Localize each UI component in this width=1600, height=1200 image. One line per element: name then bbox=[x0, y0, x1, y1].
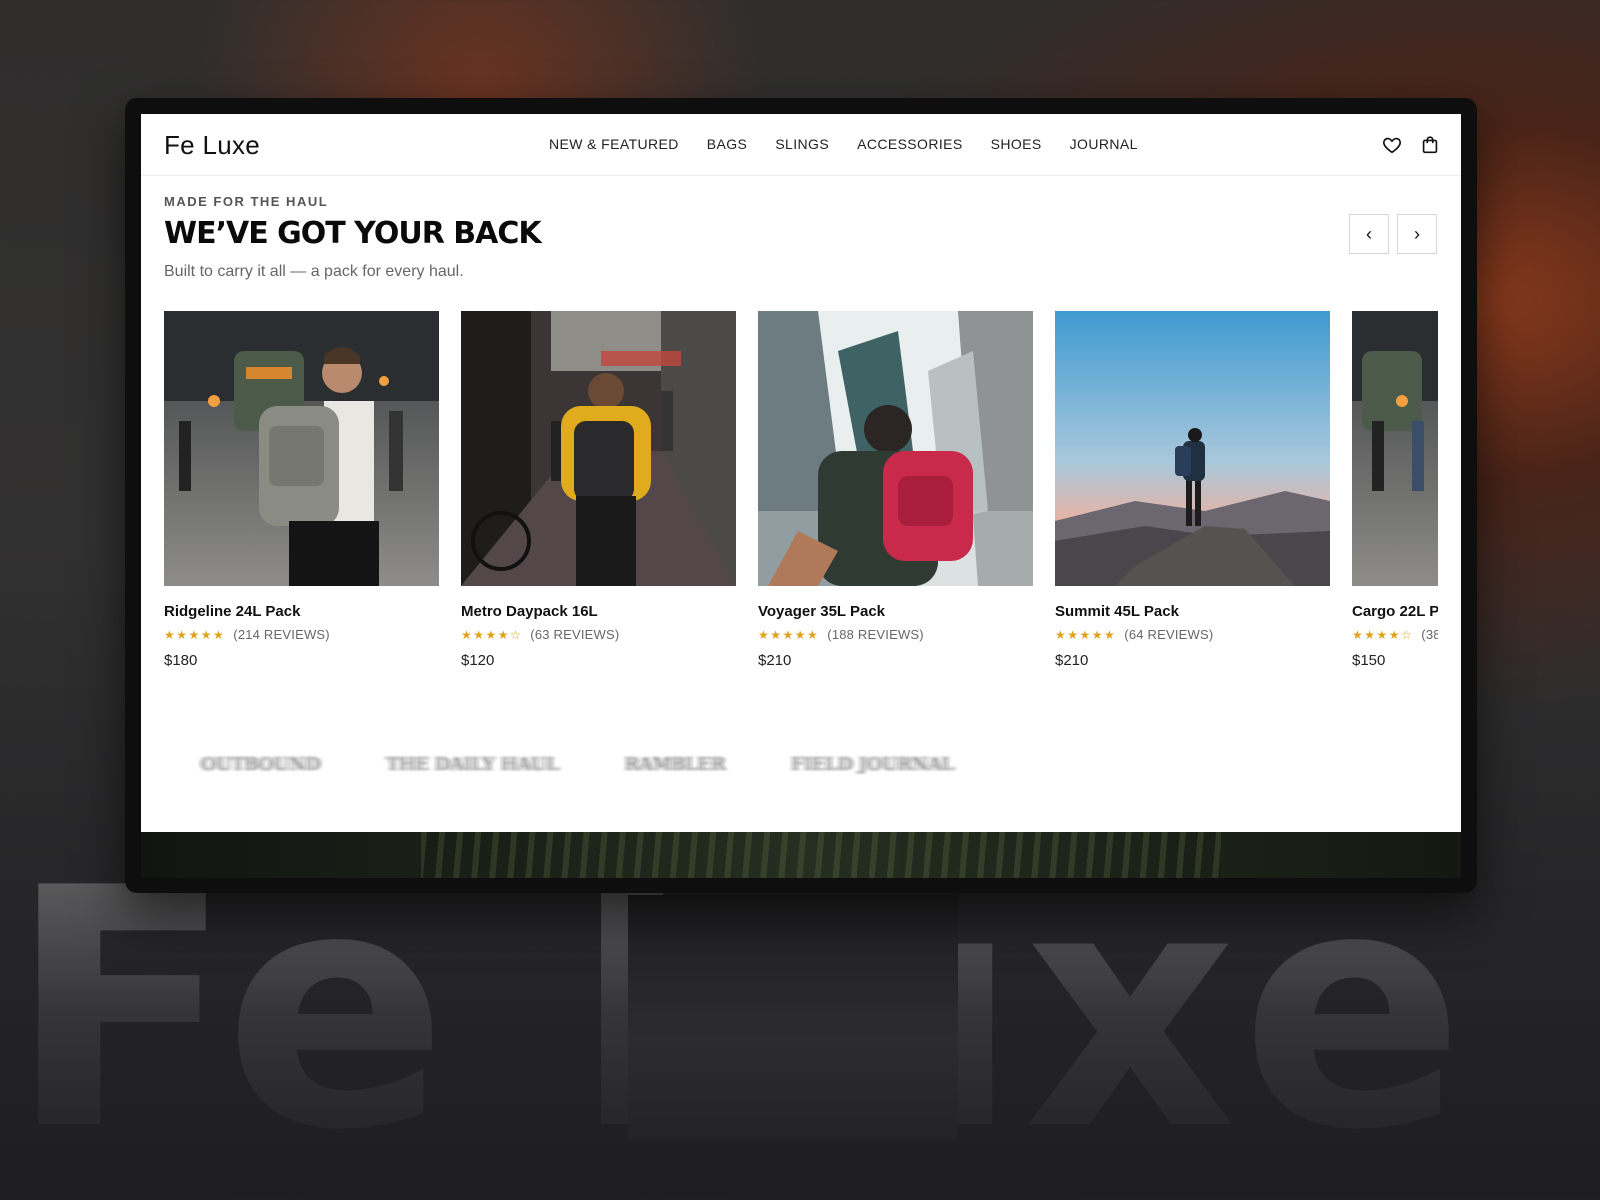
carousel-prev-button[interactable]: ‹ bbox=[1349, 214, 1389, 254]
product-card[interactable]: Voyager 35L Pack ★★★★★ (188 REVIEWS) $21… bbox=[758, 311, 1033, 669]
press-logo-daily-haul: THE DAILY HAUL bbox=[386, 754, 559, 775]
nav-link-shoes[interactable]: SHOES bbox=[991, 136, 1042, 152]
review-count[interactable]: (64 REVIEWS) bbox=[1124, 627, 1213, 642]
product-price: $210 bbox=[758, 652, 792, 669]
product-card[interactable]: Cargo 22L Pa ★★★★☆ (38 $150 bbox=[1352, 311, 1438, 669]
top-navigation: Fe Luxe NEW & FEATURED BAGS SLINGS ACCES… bbox=[141, 114, 1461, 176]
star-rating-icon: ★★★★☆ bbox=[1352, 627, 1414, 642]
nav-menu: NEW & FEATURED BAGS SLINGS ACCESSORIES S… bbox=[549, 136, 1138, 152]
section-title: WE’VE GOT YOUR BACK bbox=[164, 216, 542, 251]
product-name[interactable]: Summit 45L Pack bbox=[1055, 603, 1330, 620]
product-price: $120 bbox=[461, 652, 495, 669]
heart-icon[interactable] bbox=[1381, 134, 1403, 156]
nav-link-accessories[interactable]: ACCESSORIES bbox=[857, 136, 963, 152]
star-rating-icon: ★★★★★ bbox=[1055, 627, 1117, 642]
star-rating-icon: ★★★★★ bbox=[164, 627, 226, 642]
section-eyebrow: MADE FOR THE HAUL bbox=[164, 194, 329, 209]
review-count[interactable]: (38 bbox=[1421, 627, 1438, 642]
press-logo-outbound: OUTBOUND bbox=[201, 754, 321, 775]
nav-link-new-featured[interactable]: NEW & FEATURED bbox=[549, 136, 679, 152]
product-rating: ★★★★☆ (38 bbox=[1352, 627, 1438, 642]
product-card[interactable]: Metro Daypack 16L ★★★★☆ (63 REVIEWS) $12… bbox=[461, 311, 736, 669]
product-rating: ★★★★★ (214 REVIEWS) bbox=[164, 627, 439, 642]
product-rating: ★★★★★ (188 REVIEWS) bbox=[758, 627, 1033, 642]
product-image[interactable] bbox=[758, 311, 1033, 586]
press-logos: OUTBOUND THE DAILY HAUL RAMBLER FIELD JO… bbox=[201, 754, 954, 775]
brand-logo[interactable]: Fe Luxe bbox=[164, 130, 260, 161]
nav-link-slings[interactable]: SLINGS bbox=[775, 136, 829, 152]
nav-link-journal[interactable]: JOURNAL bbox=[1070, 136, 1138, 152]
review-count[interactable]: (214 REVIEWS) bbox=[233, 627, 330, 642]
product-card[interactable]: Summit 45L Pack ★★★★★ (64 REVIEWS) $210 bbox=[1055, 311, 1330, 669]
product-image[interactable] bbox=[1352, 311, 1438, 586]
product-price: $180 bbox=[164, 652, 198, 669]
product-image[interactable] bbox=[164, 311, 439, 586]
carousel-track: Ridgeline 24L Pack ★★★★★ (214 REVIEWS) $… bbox=[164, 311, 1438, 669]
product-name[interactable]: Ridgeline 24L Pack bbox=[164, 603, 439, 620]
carousel-next-button[interactable]: › bbox=[1397, 214, 1437, 254]
product-image[interactable] bbox=[1055, 311, 1330, 586]
monitor-stand bbox=[628, 895, 958, 1140]
website-screen: Fe Luxe NEW & FEATURED BAGS SLINGS ACCES… bbox=[141, 114, 1461, 878]
product-card[interactable]: Ridgeline 24L Pack ★★★★★ (214 REVIEWS) $… bbox=[164, 311, 439, 669]
product-carousel: Ridgeline 24L Pack ★★★★★ (214 REVIEWS) $… bbox=[164, 311, 1438, 681]
press-logo-field-journal: FIELD JOURNAL bbox=[791, 754, 955, 775]
product-rating: ★★★★★ (64 REVIEWS) bbox=[1055, 627, 1330, 642]
product-price: $150 bbox=[1352, 652, 1386, 669]
press-logo-rambler: RAMBLER bbox=[624, 754, 726, 775]
shopping-bag-icon[interactable] bbox=[1419, 134, 1441, 156]
review-count[interactable]: (188 REVIEWS) bbox=[827, 627, 924, 642]
product-price: $210 bbox=[1055, 652, 1089, 669]
product-image[interactable] bbox=[461, 311, 736, 586]
star-rating-icon: ★★★★★ bbox=[758, 627, 820, 642]
product-name[interactable]: Voyager 35L Pack bbox=[758, 603, 1033, 620]
star-rating-icon: ★★★★☆ bbox=[461, 627, 523, 642]
review-count[interactable]: (63 REVIEWS) bbox=[530, 627, 619, 642]
nav-link-bags[interactable]: BAGS bbox=[707, 136, 748, 152]
product-name[interactable]: Cargo 22L Pa bbox=[1352, 603, 1438, 620]
product-rating: ★★★★☆ (63 REVIEWS) bbox=[461, 627, 736, 642]
forest-banner-image bbox=[141, 832, 1461, 878]
nav-icons bbox=[1381, 134, 1441, 156]
section-subtitle: Built to carry it all — a pack for every… bbox=[164, 263, 464, 280]
product-name[interactable]: Metro Daypack 16L bbox=[461, 603, 736, 620]
